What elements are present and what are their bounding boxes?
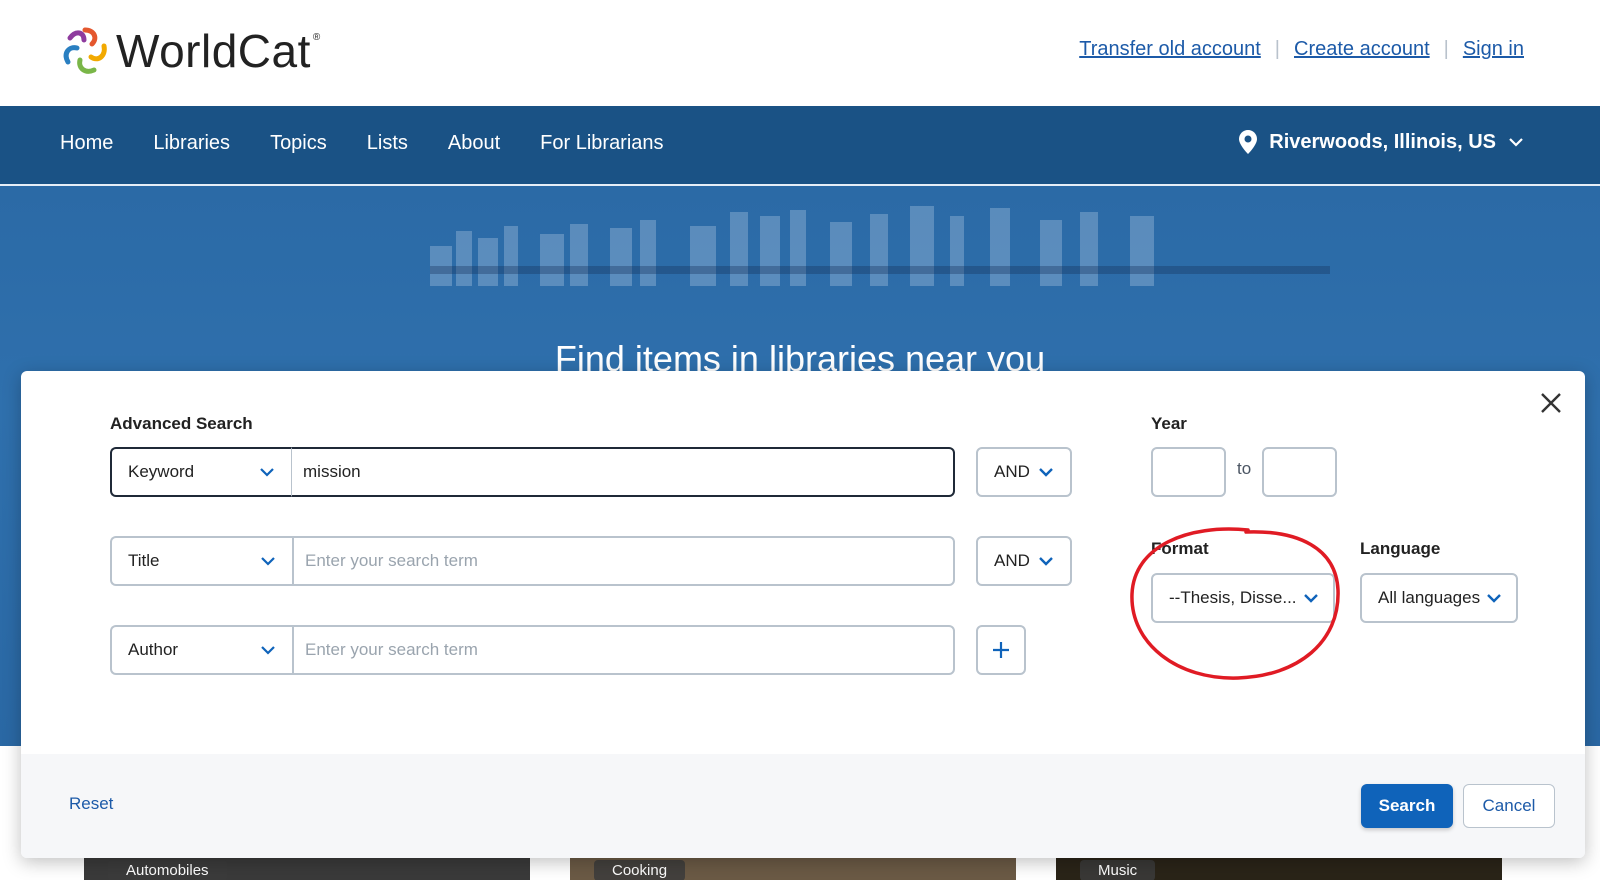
tile-label: Cooking	[594, 860, 686, 880]
shelf-line	[430, 266, 1330, 274]
worldcat-logo-icon	[63, 27, 107, 74]
format-label: Format	[1151, 539, 1209, 558]
language-label: Language	[1360, 539, 1441, 558]
close-icon	[1541, 393, 1561, 413]
location-selector[interactable]: Riverwoods, Illinois, US	[1239, 130, 1524, 154]
nav-item-topics[interactable]: Topics	[270, 132, 327, 155]
advanced-search-modal: Advanced Search Keyword AND Title AND Au…	[21, 371, 1585, 858]
field-select-label: Keyword	[128, 462, 195, 481]
search-row-keyword: Keyword	[110, 447, 955, 497]
reset-button[interactable]: Reset	[69, 794, 113, 814]
year-to-label: to	[1237, 459, 1252, 478]
field-select-label: Author	[128, 640, 179, 659]
operator-label: AND	[994, 551, 1030, 570]
cancel-button[interactable]: Cancel	[1463, 784, 1555, 828]
plus-icon	[993, 642, 1009, 658]
logo-registered-mark: ®	[312, 31, 321, 43]
transfer-old-account-link[interactable]: Transfer old account	[1079, 38, 1261, 61]
logo-text: WorldCat	[116, 25, 311, 77]
nav-item-lists[interactable]: Lists	[367, 132, 408, 155]
top-header: WorldCat ® Transfer old account | Create…	[0, 0, 1600, 106]
account-links: Transfer old account | Create account | …	[1079, 38, 1524, 61]
language-select[interactable]: All languages	[1360, 573, 1518, 623]
year-to-input[interactable]	[1262, 447, 1337, 497]
nav-items: Home Libraries Topics Lists About For Li…	[60, 132, 664, 155]
chevron-down-icon	[260, 468, 274, 477]
chevron-down-icon	[261, 557, 275, 566]
field-select-title[interactable]: Title	[110, 536, 292, 586]
search-term-input-author[interactable]	[292, 625, 955, 675]
create-account-link[interactable]: Create account	[1294, 38, 1430, 61]
main-nav: Home Libraries Topics Lists About For Li…	[0, 106, 1600, 186]
year-from-input[interactable]	[1151, 447, 1226, 497]
search-row-author: Author	[110, 625, 955, 675]
field-select-label: Title	[128, 551, 160, 570]
modal-footer: Reset Search Cancel	[21, 754, 1585, 858]
add-row-button[interactable]	[976, 625, 1026, 675]
boolean-operator-select-1[interactable]: AND	[976, 447, 1072, 497]
close-button[interactable]	[1535, 387, 1567, 419]
search-term-input-keyword[interactable]	[292, 447, 955, 497]
chevron-down-icon	[1304, 594, 1318, 603]
sign-in-link[interactable]: Sign in	[1463, 38, 1524, 61]
chevron-down-icon	[1487, 594, 1501, 603]
tile-label: Automobiles	[108, 860, 227, 880]
search-button[interactable]: Search	[1361, 784, 1453, 828]
year-label: Year	[1151, 414, 1187, 433]
chevron-down-icon	[261, 646, 275, 655]
field-select-author[interactable]: Author	[110, 625, 292, 675]
worldcat-logo[interactable]: WorldCat ®	[58, 24, 320, 78]
field-select-keyword[interactable]: Keyword	[110, 447, 292, 497]
search-term-input-title[interactable]	[292, 536, 955, 586]
location-pin-icon	[1239, 130, 1258, 154]
tile-label: Music	[1080, 860, 1156, 880]
operator-label: AND	[994, 462, 1030, 481]
link-separator: |	[1443, 38, 1449, 60]
nav-item-home[interactable]: Home	[60, 132, 113, 155]
chevron-down-icon	[1509, 138, 1523, 147]
chevron-down-icon	[1039, 557, 1053, 566]
nav-item-libraries[interactable]: Libraries	[153, 132, 230, 155]
link-separator: |	[1274, 38, 1280, 60]
language-value: All languages	[1378, 588, 1481, 607]
format-value: --Thesis, Disse...	[1169, 588, 1297, 607]
nav-item-about[interactable]: About	[448, 132, 500, 155]
format-select[interactable]: --Thesis, Disse...	[1151, 573, 1335, 623]
advanced-search-label: Advanced Search	[110, 414, 253, 433]
boolean-operator-select-2[interactable]: AND	[976, 536, 1072, 586]
location-label: Riverwoods, Illinois, US	[1269, 130, 1496, 153]
nav-item-for-librarians[interactable]: For Librarians	[540, 132, 663, 155]
search-row-title: Title	[110, 536, 955, 586]
chevron-down-icon	[1039, 468, 1053, 477]
